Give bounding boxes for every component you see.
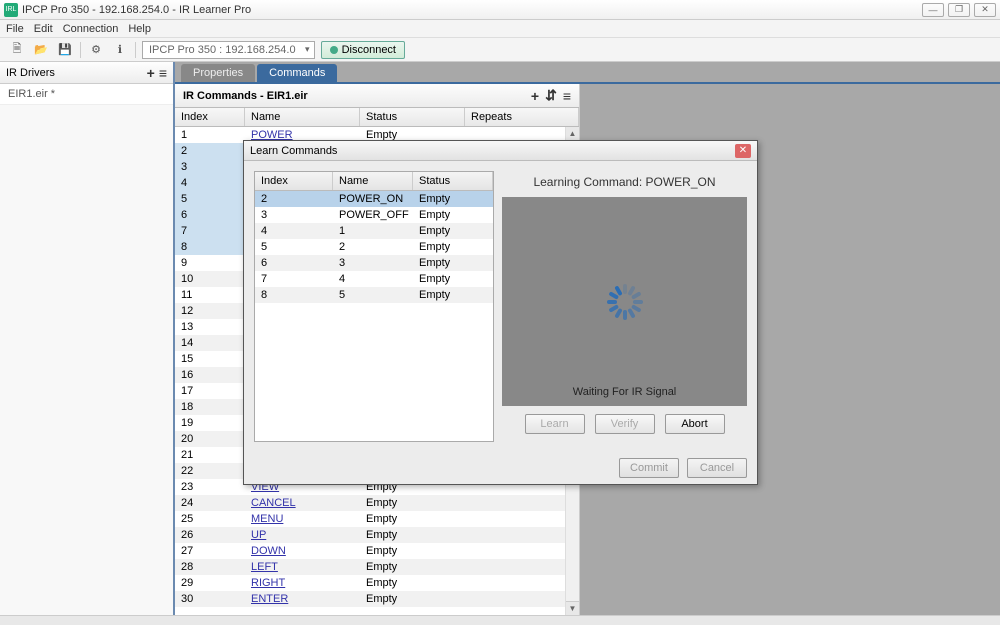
learn-row[interactable]: 52Empty	[255, 239, 493, 255]
table-row[interactable]: 29RIGHTEmpty	[175, 575, 579, 591]
table-row[interactable]: 28LEFTEmpty	[175, 559, 579, 575]
spinner-icon	[607, 284, 643, 320]
learning-canvas: Waiting For IR Signal	[502, 197, 747, 406]
close-button[interactable]: ✕	[974, 3, 996, 17]
dialog-title: Learn Commands	[250, 145, 337, 157]
learn-row[interactable]: 2POWER_ONEmpty	[255, 191, 493, 207]
learning-command-label: Learning Command: POWER_ON	[502, 171, 747, 197]
cancel-button: Cancel	[687, 458, 747, 478]
command-link[interactable]: MENU	[251, 513, 283, 525]
menubar: File Edit Connection Help	[0, 20, 1000, 38]
learn-table-header: Index Name Status	[255, 172, 493, 191]
table-row[interactable]: 25MENUEmpty	[175, 511, 579, 527]
col-name[interactable]: Name	[245, 108, 360, 126]
lt-col-name[interactable]: Name	[333, 172, 413, 190]
commands-header: IR Commands - EIR1.eir + ⇵ ≡	[175, 84, 579, 108]
add-command-button[interactable]: +	[531, 88, 539, 104]
dialog-titlebar[interactable]: Learn Commands ✕	[244, 141, 757, 161]
titlebar: IRL IPCP Pro 350 - 192.168.254.0 - IR Le…	[0, 0, 1000, 20]
learn-row[interactable]: 85Empty	[255, 287, 493, 303]
learn-command-button[interactable]: ⇵	[545, 87, 557, 104]
commands-menu-button[interactable]: ≡	[563, 88, 571, 104]
command-link[interactable]: CANCEL	[251, 497, 296, 509]
verify-button: Verify	[595, 414, 655, 434]
drivers-menu-button[interactable]: ≡	[159, 65, 167, 81]
learn-row[interactable]: 74Empty	[255, 271, 493, 287]
device-select[interactable]: IPCP Pro 350 : 192.168.254.0	[142, 41, 315, 59]
tab-commands[interactable]: Commands	[257, 64, 337, 82]
commit-button: Commit	[619, 458, 679, 478]
table-row[interactable]: 24CANCELEmpty	[175, 495, 579, 511]
dialog-close-button[interactable]: ✕	[735, 144, 751, 158]
drivers-title: IR Drivers	[6, 67, 55, 79]
learn-row[interactable]: 63Empty	[255, 255, 493, 271]
open-file-icon[interactable]: 📂	[32, 41, 50, 59]
scroll-down-icon[interactable]: ▼	[566, 601, 579, 615]
drivers-header: IR Drivers + ≡	[0, 62, 173, 84]
commands-title-prefix: IR Commands -	[183, 90, 267, 102]
minimize-button[interactable]: —	[922, 3, 944, 17]
settings-icon[interactable]: ⚙	[87, 41, 105, 59]
maximize-button[interactable]: ❐	[948, 3, 970, 17]
separator	[135, 42, 136, 58]
command-link[interactable]: DOWN	[251, 545, 286, 557]
table-row[interactable]: 27DOWNEmpty	[175, 543, 579, 559]
lt-col-index[interactable]: Index	[255, 172, 333, 190]
command-link[interactable]: LEFT	[251, 561, 278, 573]
menu-file[interactable]: File	[6, 23, 24, 35]
window-title: IPCP Pro 350 - 192.168.254.0 - IR Learne…	[22, 4, 251, 16]
learn-row[interactable]: 3POWER_OFFEmpty	[255, 207, 493, 223]
learn-commands-dialog: Learn Commands ✕ Index Name Status 2POWE…	[243, 140, 758, 485]
add-driver-button[interactable]: +	[147, 65, 155, 81]
statusbar	[0, 615, 1000, 625]
commands-grid-header: Index Name Status Repeats	[175, 108, 579, 127]
status-dot-icon	[330, 46, 338, 54]
learn-row[interactable]: 41Empty	[255, 223, 493, 239]
menu-connection[interactable]: Connection	[63, 23, 119, 35]
app-icon: IRL	[4, 3, 18, 17]
col-index[interactable]: Index	[175, 108, 245, 126]
drivers-panel: IR Drivers + ≡ EIR1.eir *	[0, 62, 175, 615]
table-row[interactable]: 30ENTEREmpty	[175, 591, 579, 607]
col-repeats[interactable]: Repeats	[465, 108, 579, 126]
driver-item[interactable]: EIR1.eir *	[0, 84, 173, 105]
tab-properties[interactable]: Properties	[181, 64, 255, 82]
scroll-up-icon[interactable]: ▲	[566, 127, 579, 141]
lt-col-status[interactable]: Status	[413, 172, 493, 190]
tabs: Properties Commands	[175, 62, 1000, 84]
learn-table: Index Name Status 2POWER_ONEmpty3POWER_O…	[254, 171, 494, 442]
menu-edit[interactable]: Edit	[34, 23, 53, 35]
new-file-icon[interactable]: 🗎	[8, 41, 26, 59]
col-status[interactable]: Status	[360, 108, 465, 126]
learn-button: Learn	[525, 414, 585, 434]
command-link[interactable]: UP	[251, 529, 266, 541]
toolbar: 🗎 📂 💾 ⚙ ℹ IPCP Pro 350 : 192.168.254.0 D…	[0, 38, 1000, 62]
command-link[interactable]: RIGHT	[251, 577, 285, 589]
abort-button[interactable]: Abort	[665, 414, 725, 434]
save-file-icon[interactable]: 💾	[56, 41, 74, 59]
table-row[interactable]: 26UPEmpty	[175, 527, 579, 543]
waiting-label: Waiting For IR Signal	[573, 386, 677, 398]
separator	[80, 42, 81, 58]
commands-title-file: EIR1.eir	[267, 90, 308, 102]
command-link[interactable]: ENTER	[251, 593, 288, 605]
info-icon[interactable]: ℹ	[111, 41, 129, 59]
disconnect-button[interactable]: Disconnect	[321, 41, 405, 59]
menu-help[interactable]: Help	[128, 23, 151, 35]
